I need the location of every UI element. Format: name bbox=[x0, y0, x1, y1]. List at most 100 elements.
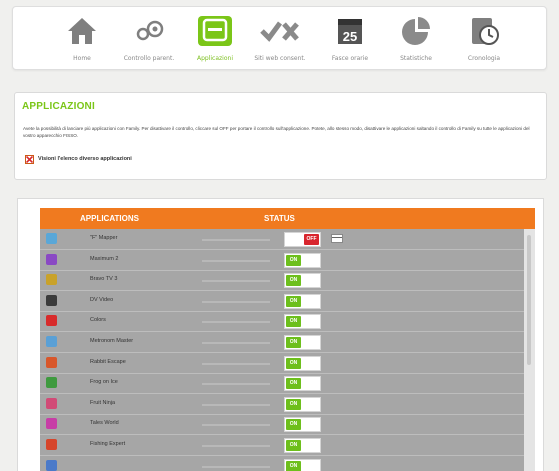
header-applications: APPLICATIONS bbox=[80, 214, 139, 223]
table-row: Tales World ON bbox=[40, 414, 524, 436]
table-row: ON bbox=[40, 456, 524, 471]
check-cross-icon bbox=[260, 21, 299, 42]
app-name: Metronom Master bbox=[90, 338, 134, 344]
app-icon bbox=[46, 315, 57, 327]
table-row: Colors ON bbox=[40, 311, 524, 333]
scrollbar-thumb[interactable] bbox=[527, 235, 531, 365]
gears-icon bbox=[136, 20, 164, 41]
row-divider-line bbox=[202, 445, 270, 447]
toolbar-applications-button[interactable]: Applicazioni bbox=[184, 11, 246, 67]
toolbar-time-slots-label: Fasce orarie bbox=[331, 55, 369, 62]
toolbar-time-slots-button[interactable]: 25 Fasce orarie bbox=[319, 11, 381, 67]
app-icon bbox=[46, 294, 57, 306]
app-icon bbox=[46, 274, 57, 286]
applications-table-container: APPLICATIONS STATUS "F" Mapper OFF Maximum… bbox=[17, 198, 544, 471]
toolbar-home-label: Home bbox=[73, 55, 91, 62]
status-toggle[interactable]: ON bbox=[284, 438, 321, 453]
toggle-knob: ON bbox=[286, 440, 301, 451]
row-divider-line bbox=[202, 300, 270, 303]
toolbar-history-label: Cronologia bbox=[467, 55, 501, 62]
home-icon bbox=[68, 18, 96, 44]
status-toggle[interactable]: ON bbox=[284, 355, 321, 371]
app-icon bbox=[46, 233, 57, 244]
toggle-knob: ON bbox=[286, 316, 301, 328]
toolbar-websites-button[interactable]: Siti web consent. bbox=[249, 11, 311, 67]
schedule-icon[interactable] bbox=[331, 234, 343, 243]
row-divider-line bbox=[202, 259, 270, 262]
app-icon bbox=[46, 377, 57, 389]
app-name: Colors bbox=[90, 317, 106, 324]
status-toggle[interactable]: ON bbox=[284, 335, 321, 350]
calendar-icon: 25 bbox=[338, 19, 362, 44]
app-name: Frog on Ice bbox=[90, 379, 118, 386]
toolbar-history-button[interactable]: Cronologia bbox=[453, 11, 515, 67]
table-row: Rabbit Escape ON bbox=[40, 353, 524, 374]
toggle-knob: OFF bbox=[304, 234, 319, 245]
app-icon bbox=[46, 253, 57, 265]
panel-title: APPLICAZIONI bbox=[22, 101, 95, 112]
row-divider-line bbox=[202, 424, 270, 427]
app-name: DV Video bbox=[90, 296, 114, 303]
app-icon bbox=[46, 356, 57, 368]
checkbox-label: Visioni l'elenco diverso applicazioni bbox=[38, 156, 132, 162]
toggle-knob: ON bbox=[286, 357, 301, 369]
app-icon bbox=[46, 336, 57, 347]
toolbar-websites-label: Siti web consent. bbox=[254, 55, 306, 62]
toolbar-parental-control-button[interactable]: Controllo parent. bbox=[118, 11, 180, 67]
app-name: Rabbit Escape bbox=[90, 358, 126, 365]
toolbar-statistics-label: Statistiche bbox=[400, 55, 432, 62]
toolbar-home-button[interactable]: Home bbox=[51, 11, 113, 67]
status-toggle[interactable]: ON bbox=[284, 396, 321, 412]
toggle-knob: ON bbox=[286, 254, 301, 266]
calendar-day-number: 25 bbox=[343, 29, 357, 44]
table-row: Maximum 2 ON bbox=[40, 250, 524, 271]
status-toggle[interactable]: ON bbox=[284, 376, 321, 392]
app-icon bbox=[46, 439, 57, 450]
app-name: Fishing Expert bbox=[90, 441, 126, 447]
app-name: "F" Mapper bbox=[90, 235, 118, 241]
table-row: "F" Mapper OFF bbox=[40, 229, 524, 250]
toolbar-parental-control-label: Controllo parent. bbox=[123, 55, 175, 62]
toggle-knob: ON bbox=[286, 378, 301, 390]
status-toggle[interactable]: ON bbox=[284, 458, 321, 471]
toolbar-statistics-button[interactable]: Statistiche bbox=[385, 11, 447, 67]
status-toggle[interactable]: ON bbox=[284, 417, 321, 433]
toggle-knob: ON bbox=[286, 275, 301, 287]
history-icon bbox=[472, 18, 499, 45]
table-row: Frog on Ice ON bbox=[40, 373, 524, 395]
table-row: DV Video ON bbox=[40, 291, 524, 312]
toggle-knob: ON bbox=[286, 460, 301, 471]
toggle-knob: ON bbox=[286, 295, 301, 307]
table-body: "F" Mapper OFF Maximum 2 ON Bravo TV 3 ON DV V… bbox=[40, 229, 535, 471]
table-row: Fishing Expert ON bbox=[40, 435, 524, 456]
toggle-knob: ON bbox=[286, 337, 301, 348]
table-scrollbar[interactable] bbox=[524, 229, 535, 471]
checkbox-cross-icon bbox=[26, 156, 33, 163]
app-icon bbox=[202, 18, 228, 42]
table-row: Bravo TV 3 ON bbox=[40, 270, 524, 292]
main-toolbar: Home Controllo parent. Applicazioni Siti… bbox=[12, 6, 547, 70]
status-toggle[interactable]: OFF bbox=[284, 232, 321, 247]
row-divider-line bbox=[202, 362, 270, 365]
app-icon bbox=[46, 397, 57, 409]
toolbar-applications-label: Applicazioni bbox=[197, 55, 233, 62]
table-row: Fruit Ninja ON bbox=[40, 394, 524, 415]
applications-info-panel: APPLICAZIONI Avete la possibilità di lan… bbox=[14, 92, 547, 180]
app-name: Fruit Ninja bbox=[90, 399, 116, 406]
status-toggle[interactable]: ON bbox=[284, 314, 321, 330]
pie-chart-icon bbox=[402, 17, 430, 45]
row-divider-line bbox=[202, 342, 270, 344]
app-icon bbox=[46, 459, 57, 471]
toggle-knob: ON bbox=[286, 398, 301, 410]
row-divider-line bbox=[202, 239, 270, 241]
status-toggle[interactable]: ON bbox=[284, 273, 321, 289]
status-toggle[interactable]: ON bbox=[284, 252, 321, 268]
toggle-knob: ON bbox=[286, 419, 301, 431]
app-name: Tales World bbox=[90, 420, 119, 427]
row-divider-line bbox=[202, 403, 270, 406]
row-divider-line bbox=[202, 383, 270, 386]
show-different-apps-checkbox[interactable] bbox=[25, 155, 34, 164]
row-divider-line bbox=[202, 465, 270, 468]
status-toggle[interactable]: ON bbox=[284, 293, 321, 309]
header-status: STATUS bbox=[264, 214, 295, 223]
